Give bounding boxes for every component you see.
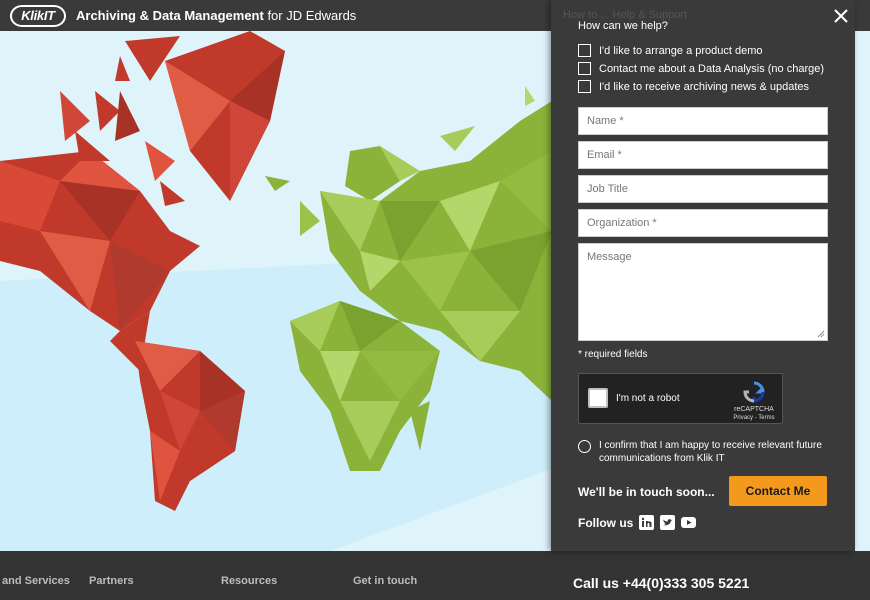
option-label: I'd like to arrange a product demo bbox=[599, 44, 763, 57]
email-field[interactable]: Email * bbox=[578, 141, 828, 169]
recaptcha-brand: reCAPTCHA Privacy - Terms bbox=[729, 406, 779, 422]
recaptcha-checkbox[interactable] bbox=[588, 388, 608, 408]
contact-panel: How to ... Help & Support How can we hel… bbox=[551, 0, 855, 551]
name-placeholder: Name * bbox=[587, 115, 624, 127]
job-title-field[interactable]: Job Title bbox=[578, 175, 828, 203]
resize-handle-icon[interactable] bbox=[817, 330, 825, 338]
touch-text: We'll be in touch soon... bbox=[578, 485, 715, 499]
recaptcha-widget: I'm not a robot reCAPTCHA Privacy - Term… bbox=[578, 373, 783, 424]
site-title-bold: Archiving & Data Management bbox=[76, 8, 264, 23]
checkbox[interactable] bbox=[578, 44, 591, 57]
footer-col-get-in-touch[interactable]: Get in touch bbox=[353, 575, 417, 587]
follow-label: Follow us bbox=[578, 515, 634, 530]
footer-phone[interactable]: Call us +44(0)333 305 5221 bbox=[573, 575, 749, 591]
recaptcha-brand-name: reCAPTCHA bbox=[734, 406, 774, 413]
site-title: Archiving & Data Management for JD Edwar… bbox=[76, 8, 356, 23]
follow-us: Follow us bbox=[578, 515, 702, 530]
option-label: Contact me about a Data Analysis (no cha… bbox=[599, 62, 825, 75]
name-field[interactable]: Name * bbox=[578, 107, 828, 135]
linkedin-icon[interactable] bbox=[639, 515, 655, 530]
option-label: I'd like to receive archiving news & upd… bbox=[599, 80, 809, 93]
site-footer: and Services Partners Resources Get in t… bbox=[0, 551, 870, 600]
organization-placeholder: Organization * bbox=[587, 217, 657, 229]
consent-radio[interactable] bbox=[578, 440, 591, 453]
close-icon[interactable] bbox=[832, 7, 850, 25]
required-note: * required fields bbox=[578, 349, 648, 360]
footer-col-services[interactable]: and Services bbox=[2, 575, 70, 587]
checkbox[interactable] bbox=[578, 62, 591, 75]
youtube-icon[interactable] bbox=[681, 515, 697, 530]
recaptcha-links[interactable]: Privacy - Terms bbox=[729, 414, 779, 422]
option-data-analysis[interactable]: Contact me about a Data Analysis (no cha… bbox=[578, 62, 824, 75]
site-title-rest: for JD Edwards bbox=[263, 8, 357, 23]
organization-field[interactable]: Organization * bbox=[578, 209, 828, 237]
option-news-updates[interactable]: I'd like to receive archiving news & upd… bbox=[578, 80, 809, 93]
message-placeholder: Message bbox=[587, 251, 632, 263]
contact-me-button[interactable]: Contact Me bbox=[729, 476, 827, 506]
checkbox[interactable] bbox=[578, 80, 591, 93]
email-placeholder: Email * bbox=[587, 149, 622, 161]
recaptcha-logo-icon bbox=[743, 381, 765, 403]
klikit-logo[interactable]: KlikIT bbox=[10, 4, 66, 27]
message-field[interactable]: Message bbox=[578, 243, 828, 341]
consent-option[interactable]: I confirm that I am happy to receive rel… bbox=[578, 439, 831, 465]
help-label: How can we help? bbox=[578, 20, 668, 32]
consent-text: I confirm that I am happy to receive rel… bbox=[599, 440, 822, 464]
footer-col-resources[interactable]: Resources bbox=[221, 575, 277, 587]
recaptcha-label: I'm not a robot bbox=[616, 393, 680, 404]
job-title-placeholder: Job Title bbox=[587, 183, 628, 195]
footer-col-partners[interactable]: Partners bbox=[89, 575, 134, 587]
twitter-icon[interactable] bbox=[660, 515, 676, 530]
option-product-demo[interactable]: I'd like to arrange a product demo bbox=[578, 44, 763, 57]
